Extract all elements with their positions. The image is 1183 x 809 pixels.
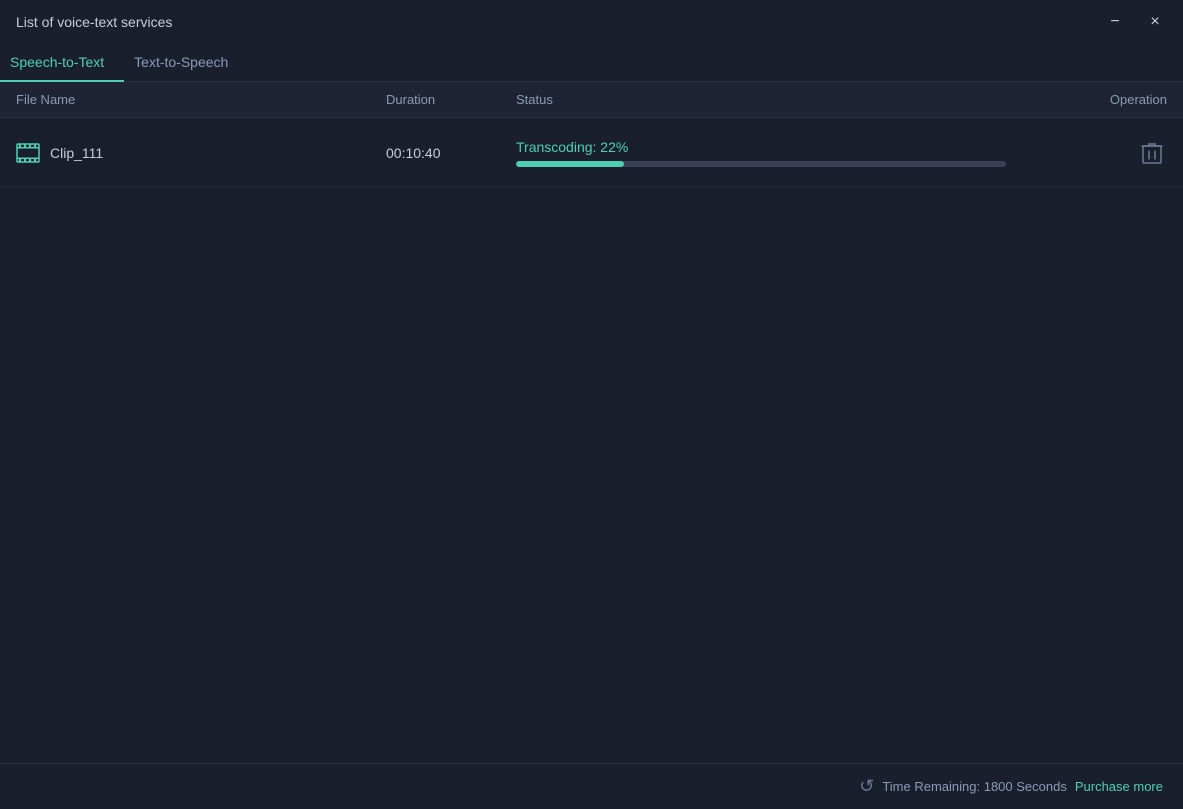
progress-bar-fill [516, 161, 624, 167]
cell-status: Transcoding: 22% [516, 139, 1087, 167]
status-text: Transcoding: 22% [516, 139, 1087, 155]
cell-duration: 00:10:40 [386, 145, 516, 161]
film-icon [16, 143, 40, 163]
tab-text-to-speech[interactable]: Text-to-Speech [124, 44, 248, 82]
cell-filename: Clip_111 [16, 143, 386, 163]
close-button[interactable]: × [1143, 10, 1167, 34]
header-duration: Duration [386, 92, 516, 107]
main-window: List of voice-text services − × Speech-t… [0, 0, 1183, 809]
window-controls: − × [1103, 10, 1167, 34]
header-operation: Operation [1087, 92, 1167, 107]
progress-bar-container [516, 161, 1006, 167]
minimize-button[interactable]: − [1103, 10, 1127, 34]
title-bar: List of voice-text services − × [0, 0, 1183, 44]
header-status: Status [516, 92, 1087, 107]
tabs-bar: Speech-to-Text Text-to-Speech [0, 44, 1183, 82]
table-row: Clip_111 00:10:40 Transcoding: 22% [0, 118, 1183, 188]
time-remaining-text: Time Remaining: 1800 Seconds [882, 779, 1067, 794]
table-body: Clip_111 00:10:40 Transcoding: 22% [0, 118, 1183, 763]
cell-operation [1087, 137, 1167, 169]
filename-text: Clip_111 [50, 145, 103, 161]
delete-button[interactable] [1137, 137, 1167, 169]
purchase-more-link[interactable]: Purchase more [1075, 779, 1163, 794]
refresh-icon: ↺ [859, 776, 874, 797]
header-filename: File Name [16, 92, 386, 107]
tab-speech-to-text[interactable]: Speech-to-Text [0, 44, 124, 82]
footer: ↺ Time Remaining: 1800 Seconds Purchase … [0, 763, 1183, 809]
window-title: List of voice-text services [16, 14, 172, 30]
table-header: File Name Duration Status Operation [0, 82, 1183, 118]
